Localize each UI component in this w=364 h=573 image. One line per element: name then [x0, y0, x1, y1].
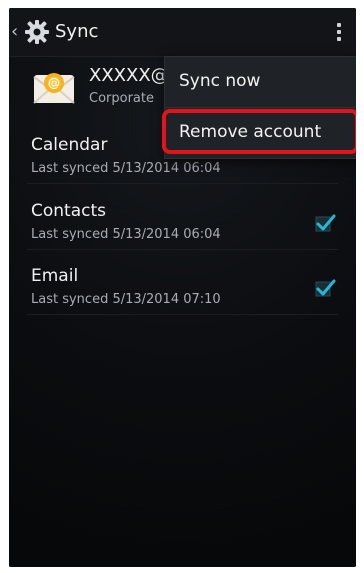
menu-item-label: Sync now — [179, 71, 261, 91]
chevron-left-icon[interactable]: ‹ — [11, 20, 21, 44]
sync-row-contacts[interactable]: Contacts Last synced 5/13/2014 06:04 — [9, 191, 356, 255]
overflow-menu: Sync now Remove account — [164, 56, 356, 159]
row-divider — [27, 249, 338, 250]
menu-item-sync-now[interactable]: Sync now — [165, 57, 356, 107]
menu-item-label: Remove account — [179, 122, 322, 142]
sync-row-last-synced: Last synced 5/13/2014 07:10 — [31, 292, 221, 307]
sync-row-last-synced: Last synced 5/13/2014 06:04 — [31, 161, 221, 176]
svg-text:@: @ — [48, 76, 60, 90]
screenshot-frame: ‹ Sync @ XXXXX@ Corporate Calendar Last … — [0, 0, 364, 573]
account-type: Corporate — [89, 91, 154, 106]
page-title: Sync — [55, 21, 99, 42]
gear-icon[interactable] — [23, 18, 51, 46]
sync-row-label: Calendar — [31, 135, 108, 155]
checkbox-checked-icon[interactable] — [314, 276, 336, 298]
action-bar: ‹ Sync — [9, 8, 356, 57]
sync-row-email[interactable]: Email Last synced 5/13/2014 07:10 — [9, 256, 356, 320]
sync-row-last-synced: Last synced 5/13/2014 06:04 — [31, 227, 221, 242]
mail-envelope-icon: @ — [32, 65, 76, 109]
overflow-menu-icon[interactable] — [334, 20, 344, 44]
sync-row-label: Email — [31, 266, 79, 286]
account-name: XXXXX@ — [89, 65, 169, 86]
row-divider — [27, 183, 338, 184]
sync-row-label: Contacts — [31, 201, 106, 221]
checkbox-checked-icon[interactable] — [314, 211, 336, 233]
phone-screen: ‹ Sync @ XXXXX@ Corporate Calendar Last … — [9, 8, 356, 567]
menu-item-remove-account[interactable]: Remove account — [165, 108, 356, 158]
row-divider — [27, 314, 338, 315]
